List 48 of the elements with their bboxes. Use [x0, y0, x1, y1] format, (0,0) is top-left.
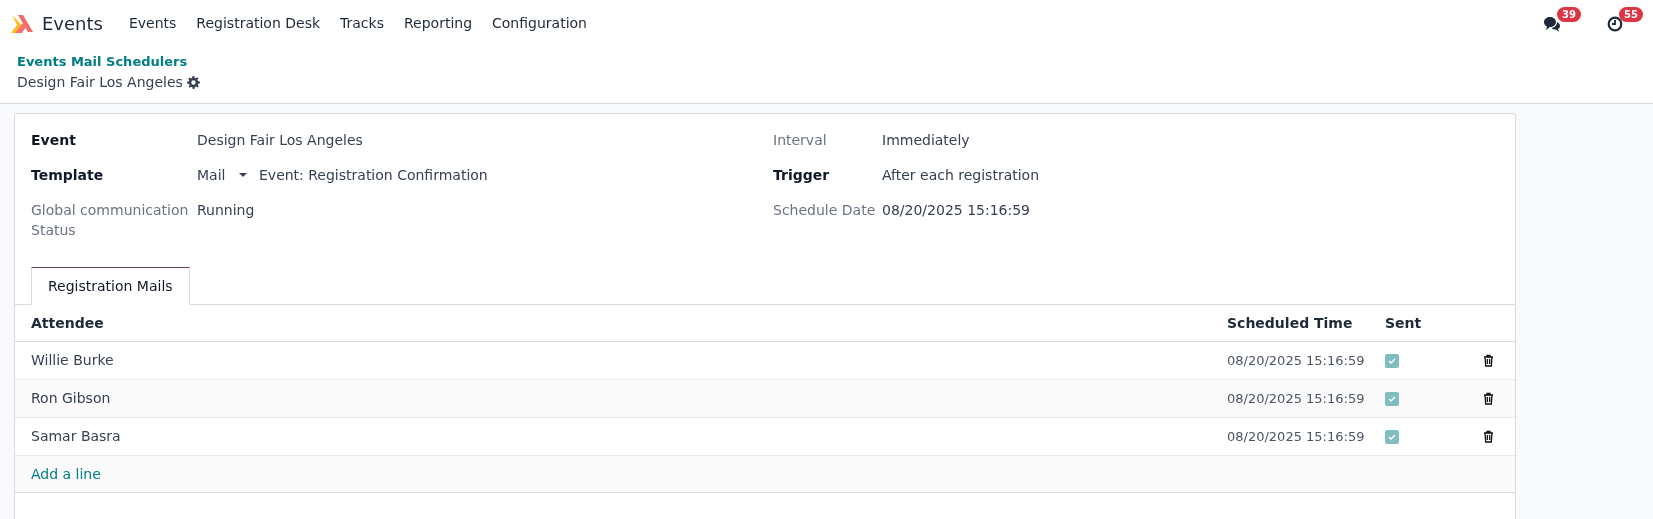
field-label: Interval [773, 131, 828, 150]
table-cell-text: Samar Basra [31, 427, 122, 446]
app-logo-icon[interactable] [10, 13, 34, 34]
app-name[interactable]: Events [42, 10, 103, 37]
nav-menu-item[interactable]: Configuration [482, 13, 597, 34]
field-label: Schedule Date [773, 201, 877, 220]
table-cell-text: 08/20/2025 15:16:59 [1227, 389, 1366, 408]
field-value: Running [197, 201, 255, 220]
column-header[interactable]: Sent [1385, 312, 1483, 334]
field-label: Template [31, 166, 105, 185]
trash-icon[interactable] [1483, 430, 1494, 443]
chat-icon [1543, 15, 1561, 32]
field-label: Event [31, 131, 77, 150]
template-model-select[interactable]: Mail [197, 165, 251, 185]
field-value: Design Fair Los Angeles [197, 131, 363, 150]
table-cell-text: Ron Gibson [31, 389, 112, 408]
table-row[interactable]: Ron Gibson 08/20/2025 15:16:59 [15, 380, 1515, 418]
field-value: After each registration [882, 166, 1040, 185]
count-badge: 55 [1619, 6, 1643, 22]
messages-button[interactable]: 39 [1543, 6, 1581, 32]
add-line-link[interactable]: Add a line [31, 463, 101, 485]
field-value: Event: Registration Confirmation [259, 166, 488, 185]
field-value: Immediately [882, 131, 970, 150]
column-header[interactable]: Scheduled Time [1227, 312, 1385, 334]
activities-button[interactable]: 55 [1607, 6, 1643, 32]
nav-menu-item[interactable]: Registration Desk [186, 13, 331, 34]
settings-icon[interactable] [186, 75, 200, 89]
tab[interactable]: Registration Mails [31, 267, 190, 305]
field-value: 08/20/2025 15:16:59 [882, 201, 1031, 220]
check-icon [1388, 395, 1396, 402]
table-cell-text: 08/20/2025 15:16:59 [1227, 351, 1366, 370]
clock-icon [1607, 15, 1623, 32]
field-label: Global communication Status [31, 201, 190, 240]
nav-menu-item[interactable]: Tracks [330, 13, 394, 34]
breadcrumb-link[interactable]: Events Mail Schedulers [17, 52, 1636, 72]
trash-icon[interactable] [1483, 354, 1494, 367]
caret-icon [239, 172, 247, 178]
count-badge: 39 [1557, 6, 1581, 22]
record-title: Design Fair Los Angeles [17, 73, 183, 92]
nav-menu-item[interactable]: Events [118, 13, 187, 34]
check-icon [1388, 357, 1396, 364]
column-header[interactable]: Attendee [31, 312, 1227, 334]
trash-icon[interactable] [1483, 392, 1494, 405]
field-label: Trigger [773, 166, 831, 185]
table-cell-text: 08/20/2025 15:16:59 [1227, 427, 1366, 446]
table-cell-text: Willie Burke [31, 351, 115, 370]
check-icon [1388, 433, 1396, 440]
nav-menu-item[interactable]: Reporting [393, 13, 483, 34]
